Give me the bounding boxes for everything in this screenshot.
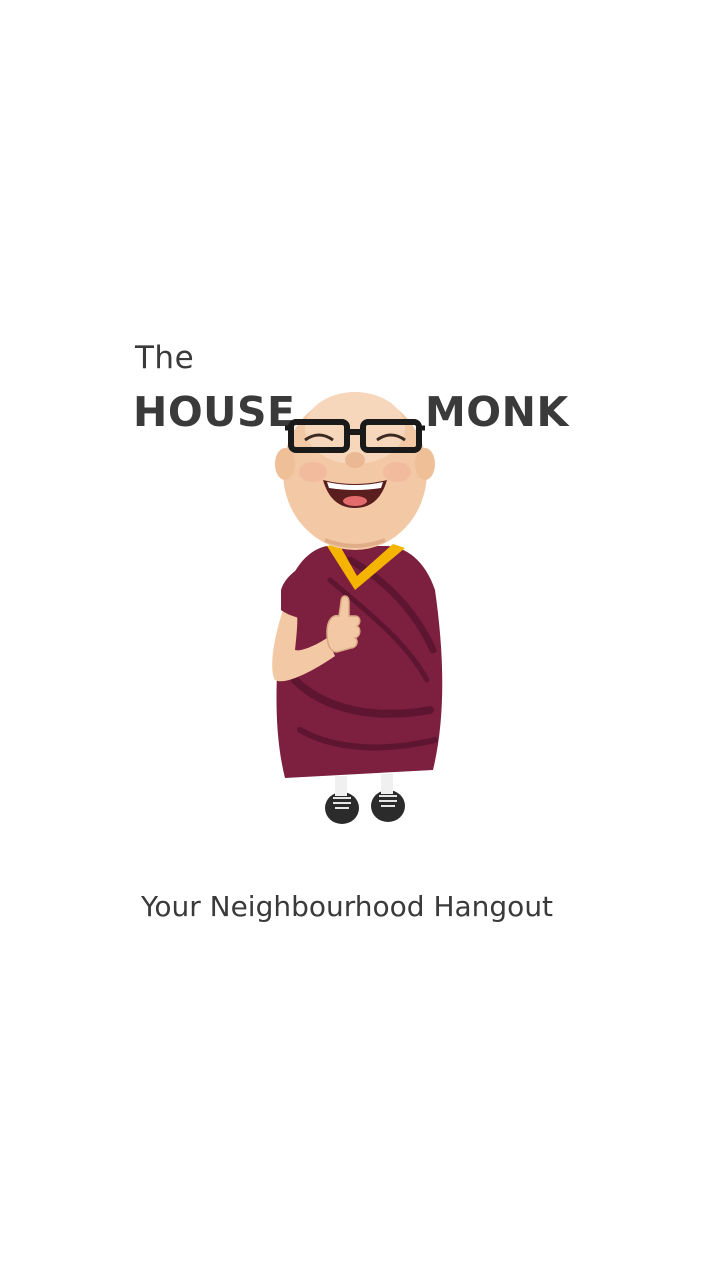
tagline-text: Your Neighbourhood Hangout	[140, 890, 554, 923]
logo-the-text: The	[135, 340, 195, 376]
monk-mascot-icon	[272, 392, 443, 824]
splash-screen: The HOUSE MONK Your Neighbourhood Hangou…	[0, 0, 720, 1280]
